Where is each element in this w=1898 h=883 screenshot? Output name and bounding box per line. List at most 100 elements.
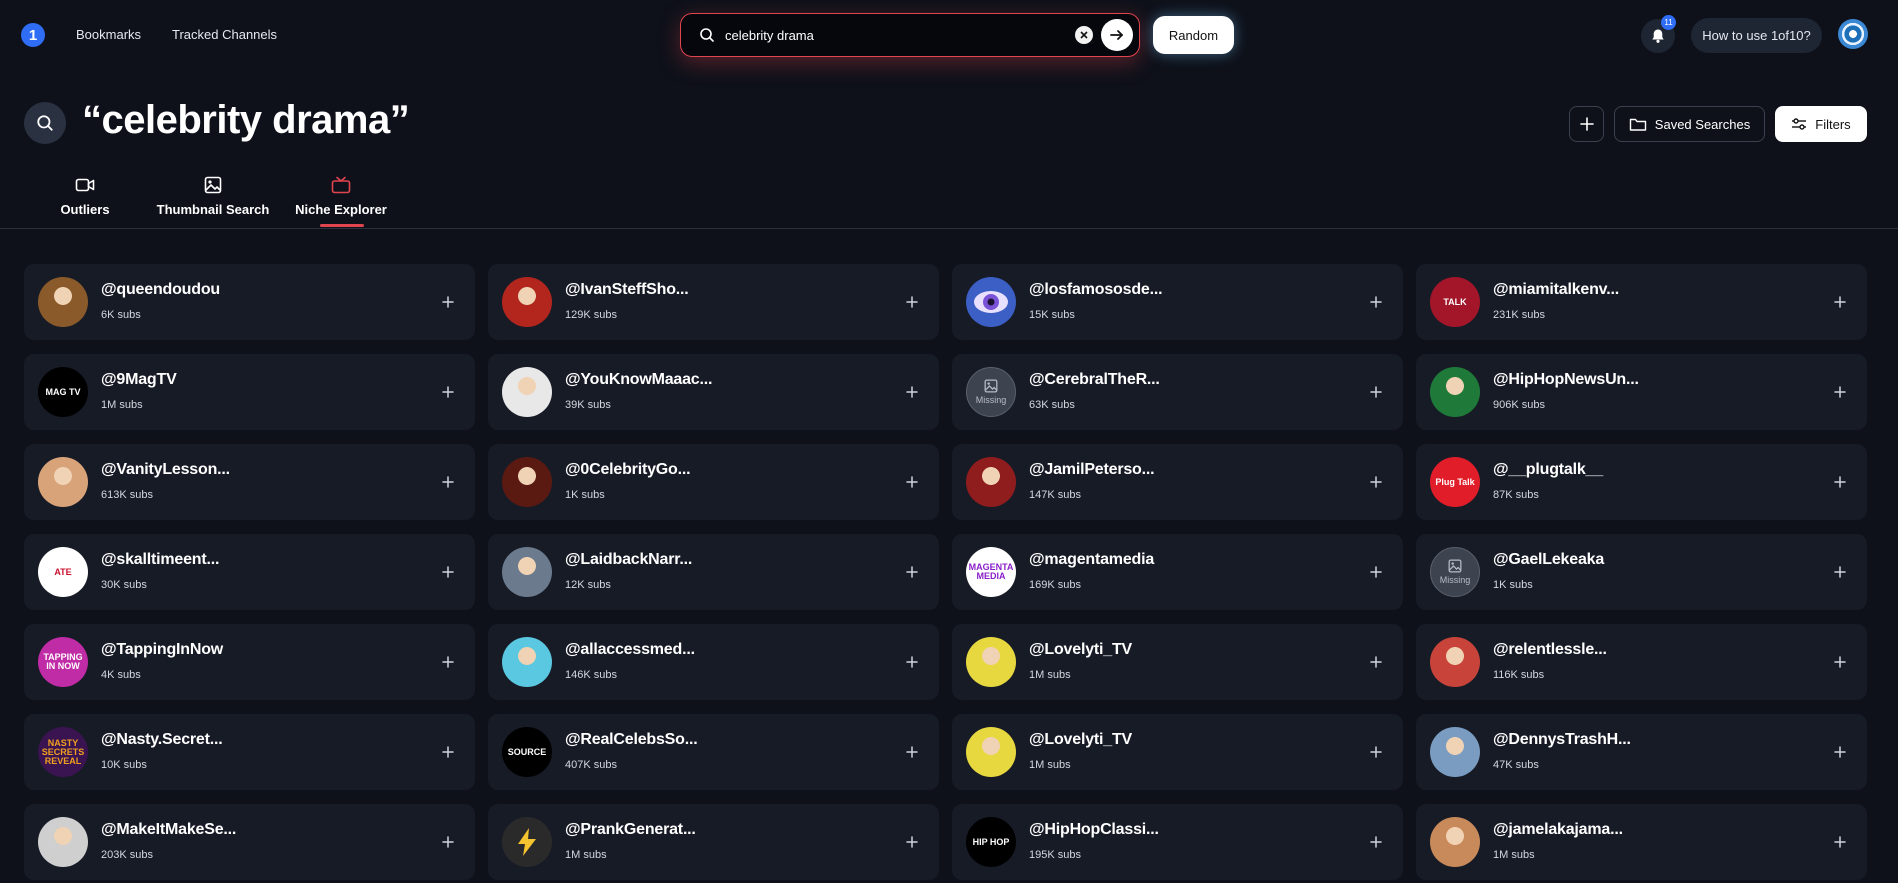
channel-card[interactable]: @allaccessmed... 146K subs bbox=[488, 624, 939, 700]
channel-handle[interactable]: @allaccessmed... bbox=[565, 641, 695, 659]
add-channel-button[interactable] bbox=[437, 561, 459, 583]
channel-card[interactable]: @YouKnowMaaac... 39K subs bbox=[488, 354, 939, 430]
channel-card[interactable]: @jamelakajama... 1M subs bbox=[1416, 804, 1867, 880]
channel-card[interactable]: @DennysTrashH... 47K subs bbox=[1416, 714, 1867, 790]
add-channel-button[interactable] bbox=[1365, 381, 1387, 403]
add-channel-button[interactable] bbox=[1365, 471, 1387, 493]
channel-card[interactable]: Missing @CerebralTheR... 63K subs bbox=[952, 354, 1403, 430]
channel-card[interactable]: NASTY SECRETS REVEAL @Nasty.Secret... 10K … bbox=[24, 714, 475, 790]
channel-handle[interactable]: @magentamedia bbox=[1029, 551, 1154, 569]
search-input[interactable] bbox=[725, 25, 1045, 45]
channel-card[interactable]: @losfamososde... 15K subs bbox=[952, 264, 1403, 340]
add-channel-button[interactable] bbox=[1829, 381, 1851, 403]
channel-card[interactable]: @Lovelyti_TV 1M subs bbox=[952, 714, 1403, 790]
channel-card[interactable]: HIP HOP @HipHopClassi... 195K subs bbox=[952, 804, 1403, 880]
user-avatar[interactable] bbox=[1838, 19, 1868, 49]
add-channel-button[interactable] bbox=[1365, 291, 1387, 313]
channel-handle[interactable]: @__plugtalk__ bbox=[1493, 461, 1603, 479]
tab-outliers[interactable]: Outliers bbox=[52, 176, 118, 228]
channel-card[interactable]: SOURCE @RealCelebsSo... 407K subs bbox=[488, 714, 939, 790]
channel-card[interactable]: @VanityLesson... 613K subs bbox=[24, 444, 475, 520]
add-channel-button[interactable] bbox=[901, 381, 923, 403]
add-channel-button[interactable] bbox=[1365, 651, 1387, 673]
channel-handle[interactable]: @Lovelyti_TV bbox=[1029, 641, 1132, 659]
add-channel-button[interactable] bbox=[437, 381, 459, 403]
channel-handle[interactable]: @queendoudou bbox=[101, 281, 220, 299]
channel-handle[interactable]: @miamitalkenv... bbox=[1493, 281, 1619, 299]
notifications-button[interactable]: 11 bbox=[1641, 15, 1676, 53]
add-channel-button[interactable] bbox=[1829, 831, 1851, 853]
add-channel-button[interactable] bbox=[901, 741, 923, 763]
channel-card[interactable]: @MakeItMakeSe... 203K subs bbox=[24, 804, 475, 880]
channel-handle[interactable]: @Lovelyti_TV bbox=[1029, 731, 1132, 749]
clear-search-button[interactable] bbox=[1075, 26, 1093, 44]
channel-card[interactable]: @IvanSteffSho... 129K subs bbox=[488, 264, 939, 340]
channel-handle[interactable]: @jamelakajama... bbox=[1493, 821, 1623, 839]
channel-handle[interactable]: @PrankGenerat... bbox=[565, 821, 696, 839]
app-logo[interactable]: 1 bbox=[21, 23, 45, 47]
channel-handle[interactable]: @JamilPeterso... bbox=[1029, 461, 1155, 479]
channel-handle[interactable]: @VanityLesson... bbox=[101, 461, 230, 479]
saved-searches-button[interactable]: Saved Searches bbox=[1614, 106, 1765, 142]
channel-card[interactable]: @queendoudou 6K subs bbox=[24, 264, 475, 340]
channel-handle[interactable]: @losfamososde... bbox=[1029, 281, 1163, 299]
channel-card[interactable]: @Lovelyti_TV 1M subs bbox=[952, 624, 1403, 700]
channel-card[interactable]: TAPPING IN NOW @TappingInNow 4K subs bbox=[24, 624, 475, 700]
channel-handle[interactable]: @0CelebrityGo... bbox=[565, 461, 691, 479]
channel-handle[interactable]: @9MagTV bbox=[101, 371, 177, 389]
channel-card[interactable]: @JamilPeterso... 147K subs bbox=[952, 444, 1403, 520]
how-to-use-button[interactable]: How to use 1of10? bbox=[1691, 18, 1822, 53]
channel-card[interactable]: TALK @miamitalkenv... 231K subs bbox=[1416, 264, 1867, 340]
channel-handle[interactable]: @DennysTrashH... bbox=[1493, 731, 1631, 749]
tab-niche-explorer[interactable]: Niche Explorer bbox=[295, 176, 387, 228]
submit-search-button[interactable] bbox=[1101, 19, 1133, 51]
add-channel-button[interactable] bbox=[437, 741, 459, 763]
add-channel-button[interactable] bbox=[437, 651, 459, 673]
channel-handle[interactable]: @HipHopNewsUn... bbox=[1493, 371, 1639, 389]
channel-handle[interactable]: @IvanSteffSho... bbox=[565, 281, 689, 299]
channel-handle[interactable]: @GaelLekeaka bbox=[1493, 551, 1604, 569]
channel-card[interactable]: MAGENTA MEDIA @magentamedia 169K subs bbox=[952, 534, 1403, 610]
add-channel-button[interactable] bbox=[901, 471, 923, 493]
tab-thumbnail-search[interactable]: Thumbnail Search bbox=[156, 176, 270, 228]
add-channel-button[interactable] bbox=[1365, 741, 1387, 763]
channel-card[interactable]: @0CelebrityGo... 1K subs bbox=[488, 444, 939, 520]
add-channel-button[interactable] bbox=[1829, 471, 1851, 493]
add-channel-button[interactable] bbox=[437, 291, 459, 313]
add-channel-button[interactable] bbox=[1829, 291, 1851, 313]
channel-card[interactable]: MAG TV @9MagTV 1M subs bbox=[24, 354, 475, 430]
channel-card[interactable]: Plug Talk @__plugtalk__ 87K subs bbox=[1416, 444, 1867, 520]
random-button[interactable]: Random bbox=[1153, 16, 1234, 54]
channel-handle[interactable]: @YouKnowMaaac... bbox=[565, 371, 712, 389]
add-channel-button[interactable] bbox=[437, 471, 459, 493]
channel-handle[interactable]: @skalltimeent... bbox=[101, 551, 219, 569]
add-channel-button[interactable] bbox=[1365, 561, 1387, 583]
channel-card[interactable]: @relentlessle... 116K subs bbox=[1416, 624, 1867, 700]
channel-card[interactable]: @LaidbackNarr... 12K subs bbox=[488, 534, 939, 610]
add-channel-button[interactable] bbox=[1829, 741, 1851, 763]
channel-handle[interactable]: @RealCelebsSo... bbox=[565, 731, 698, 749]
add-channel-button[interactable] bbox=[901, 831, 923, 853]
channel-card[interactable]: @HipHopNewsUn... 906K subs bbox=[1416, 354, 1867, 430]
channel-handle[interactable]: @LaidbackNarr... bbox=[565, 551, 692, 569]
channel-handle[interactable]: @MakeItMakeSe... bbox=[101, 821, 236, 839]
channel-handle[interactable]: @HipHopClassi... bbox=[1029, 821, 1159, 839]
add-channel-button[interactable] bbox=[1829, 651, 1851, 673]
add-channel-button[interactable] bbox=[901, 651, 923, 673]
add-channel-button[interactable] bbox=[901, 561, 923, 583]
channel-handle[interactable]: @CerebralTheR... bbox=[1029, 371, 1160, 389]
channel-handle[interactable]: @TappingInNow bbox=[101, 641, 223, 659]
filters-button[interactable]: Filters bbox=[1775, 106, 1867, 142]
channel-card[interactable]: ATE @skalltimeent... 30K subs bbox=[24, 534, 475, 610]
add-channel-button[interactable] bbox=[1829, 561, 1851, 583]
nav-bookmarks[interactable]: Bookmarks bbox=[76, 27, 141, 42]
add-channel-button[interactable] bbox=[437, 831, 459, 853]
channel-card[interactable]: Missing @GaelLekeaka 1K subs bbox=[1416, 534, 1867, 610]
add-channel-button[interactable] bbox=[901, 291, 923, 313]
add-search-button[interactable] bbox=[1569, 106, 1604, 142]
add-channel-button[interactable] bbox=[1365, 831, 1387, 853]
nav-tracked-channels[interactable]: Tracked Channels bbox=[172, 27, 277, 42]
channel-card[interactable]: @PrankGenerat... 1M subs bbox=[488, 804, 939, 880]
channel-handle[interactable]: @relentlessle... bbox=[1493, 641, 1607, 659]
channel-handle[interactable]: @Nasty.Secret... bbox=[101, 731, 223, 749]
